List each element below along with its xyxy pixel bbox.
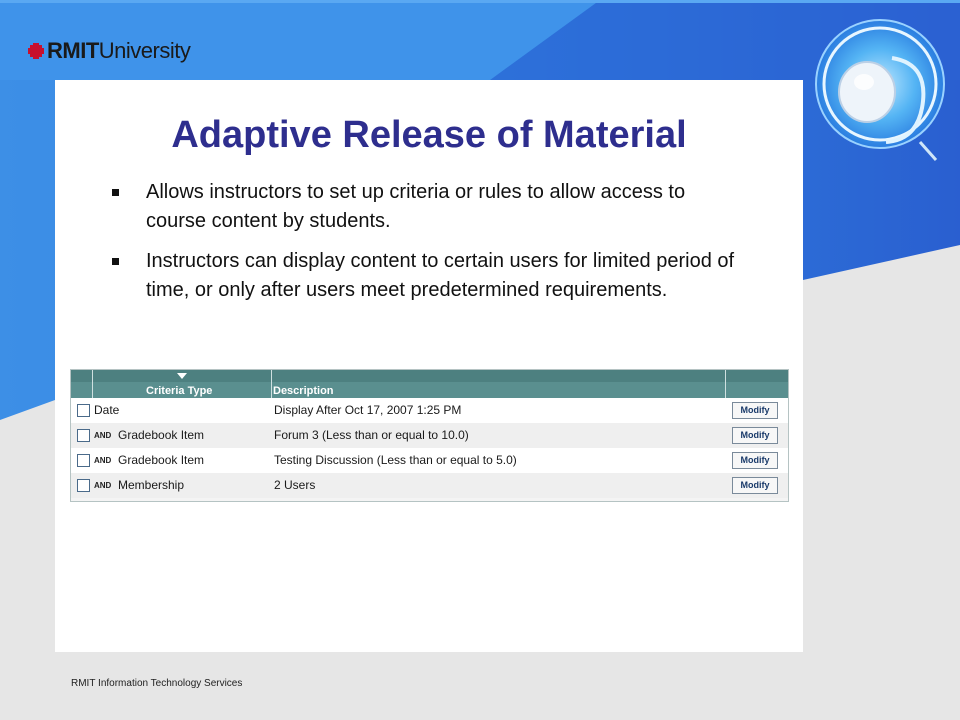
table-row: AND Membership 2 Users Modify	[71, 473, 788, 498]
logo-text: RMITUniversity	[47, 38, 191, 63]
modify-button[interactable]: Modify	[732, 402, 778, 419]
column-header-criteria-type[interactable]: Criteria Type	[146, 384, 212, 398]
connector-label: AND	[94, 481, 112, 490]
criteria-type-cell: Gradebook Item	[118, 453, 205, 467]
content-panel	[55, 80, 803, 652]
row-checkbox[interactable]	[77, 479, 90, 492]
square-bullet-icon	[112, 258, 119, 265]
bullet-text: Instructors can display content to certa…	[146, 250, 735, 301]
square-bullet-icon	[112, 189, 119, 196]
column-divider	[271, 370, 272, 398]
description-cell: Testing Discussion (Less than or equal t…	[274, 453, 517, 467]
criteria-type-cell: Gradebook Item	[118, 428, 205, 442]
slide-title: Adaptive Release of Material	[171, 114, 687, 156]
column-header-description[interactable]: Description	[273, 384, 334, 398]
criteria-table: Criteria Type Description Date Display A…	[70, 369, 789, 502]
row-checkbox[interactable]	[77, 429, 90, 442]
connector-label: AND	[94, 456, 112, 465]
rmit-logo[interactable]: RMITUniversity	[28, 38, 191, 64]
sort-down-arrow-icon[interactable]	[177, 373, 187, 379]
bullet-text: Allows instructors to set up criteria or…	[146, 181, 686, 232]
row-checkbox[interactable]	[77, 404, 90, 417]
table-row: AND Gradebook Item Testing Discussion (L…	[71, 448, 788, 473]
bullet-item: Instructors can display content to certa…	[110, 247, 750, 305]
criteria-type-cell: Membership	[118, 478, 185, 492]
table-row: AND Gradebook Item Forum 3 (Less than or…	[71, 423, 788, 448]
footer-text: RMIT Information Technology Services	[71, 678, 243, 689]
modify-button[interactable]: Modify	[732, 427, 778, 444]
description-cell: Forum 3 (Less than or equal to 10.0)	[274, 428, 469, 442]
description-cell: 2 Users	[274, 478, 316, 492]
description-cell: Display After Oct 17, 2007 1:25 PM	[274, 403, 462, 417]
row-checkbox[interactable]	[77, 454, 90, 467]
connector-label: AND	[94, 431, 112, 440]
column-divider	[725, 370, 726, 398]
modify-button[interactable]: Modify	[732, 452, 778, 469]
modify-button[interactable]: Modify	[732, 477, 778, 494]
column-divider	[92, 370, 93, 398]
mouse-at-sign-icon	[815, 19, 945, 161]
bullet-list: Allows instructors to set up criteria or…	[110, 178, 750, 316]
table-row: Date Display After Oct 17, 2007 1:25 PM …	[71, 398, 788, 423]
criteria-type-cell: Date	[94, 403, 120, 417]
rmit-pixel-icon	[28, 43, 44, 59]
bullet-item: Allows instructors to set up criteria or…	[110, 178, 750, 236]
table-header: Criteria Type Description	[71, 370, 788, 398]
